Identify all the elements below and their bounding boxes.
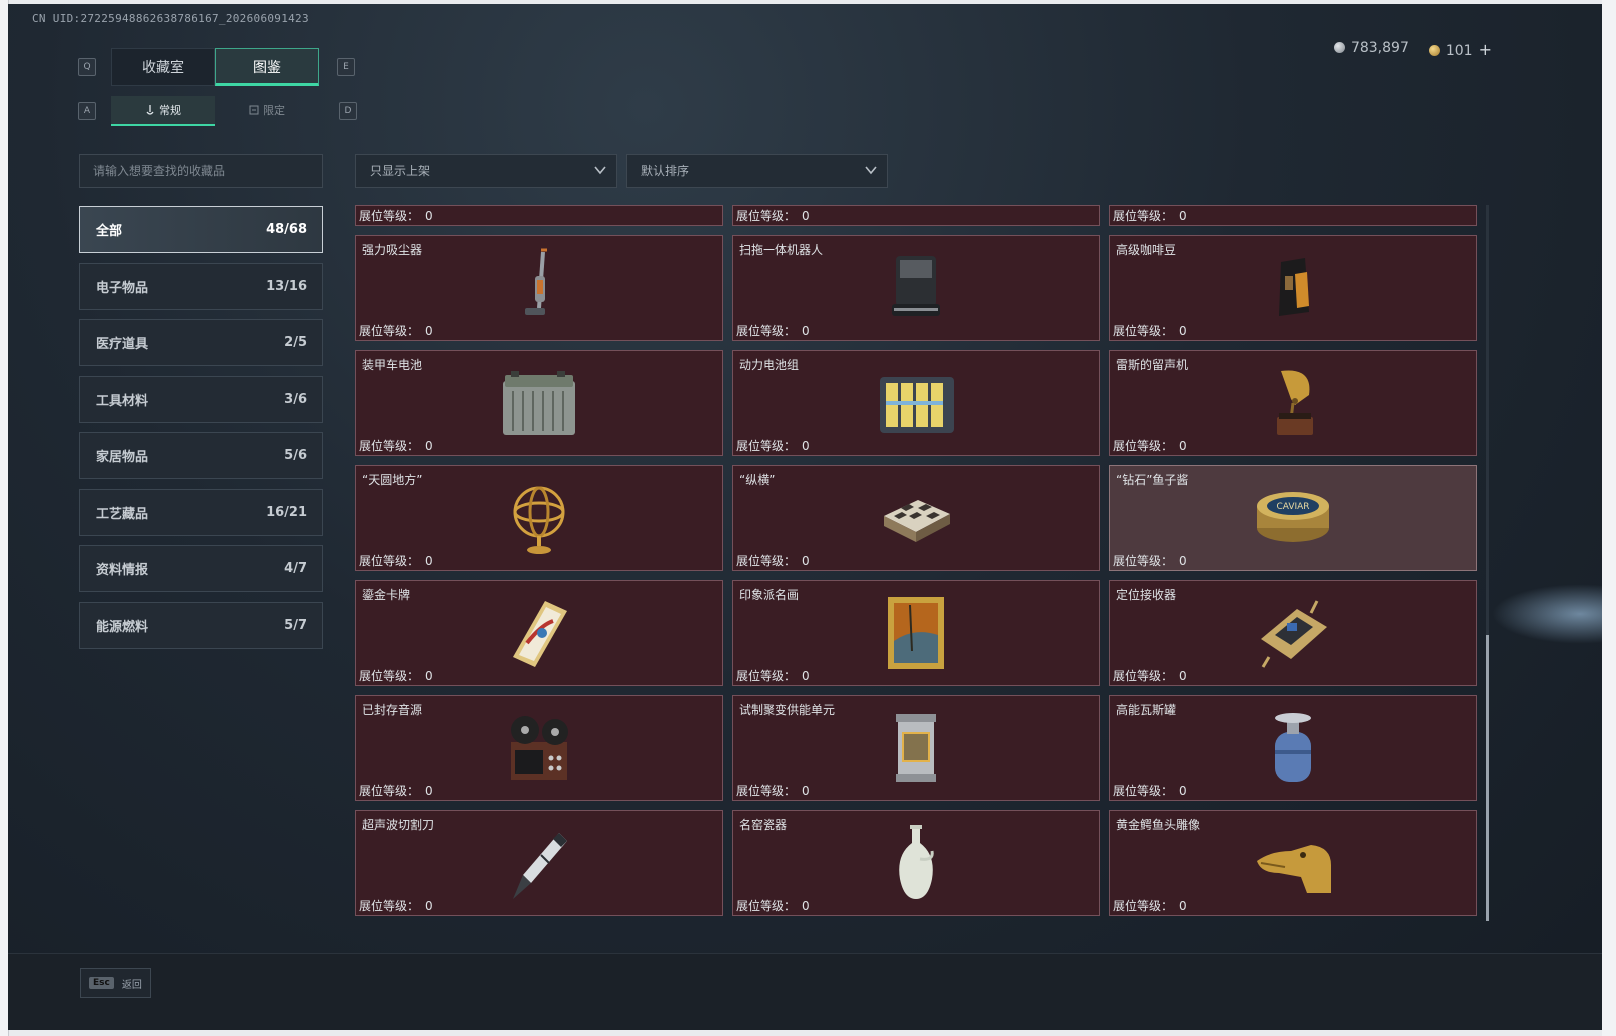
category-electronics[interactable]: 电子物品 13/16 (79, 262, 323, 310)
vacuum-icon (525, 248, 547, 315)
item-card[interactable]: 鎏金卡牌 展位等级： 0 (355, 580, 723, 686)
category-all[interactable]: 全部 48/68 (79, 206, 323, 253)
background-glare (1492, 584, 1602, 644)
tab-collection-room[interactable]: 收藏室 (111, 48, 215, 86)
reel-recorder-icon (511, 716, 568, 780)
item-card[interactable]: 装甲车电池 展位等级： 0 (355, 350, 723, 456)
battery-pack-icon (880, 377, 954, 433)
gramophone-icon (1277, 370, 1313, 435)
item-card[interactable]: 雷斯的留声机 展位等级： 0 (1109, 350, 1477, 456)
category-household[interactable]: 家居物品 5/6 (79, 432, 323, 479)
armillary-icon (513, 486, 565, 554)
silver-coin-icon (1333, 42, 1345, 53)
key-hint-e: E (337, 58, 355, 76)
item-card[interactable]: “天圆地方” 展位等级： 0 (355, 465, 723, 571)
footer-bar: Esc 返回 (8, 953, 1602, 1030)
category-crafts[interactable]: 工艺藏品 16/21 (79, 488, 323, 536)
limited-icon (249, 105, 259, 115)
regular-icon (146, 105, 154, 115)
back-button[interactable]: Esc 返回 (80, 968, 151, 998)
item-card[interactable]: 扫拖一体机器人 展位等级： 0 (732, 235, 1100, 341)
item-card[interactable]: 定位接收器 展位等级： 0 (1109, 580, 1477, 686)
category-list: 全部 48/68 电子物品 13/16 医疗道具 2/5 工具材料 3/6 家居物品 5/… (79, 206, 323, 658)
browser-right-edge (1602, 0, 1616, 1036)
item-card[interactable]: 高级咖啡豆 展位等级： 0 (1109, 235, 1477, 341)
subtab-regular[interactable]: 常规 (111, 96, 215, 126)
porcelain-vase-icon (899, 825, 934, 899)
collection-screen: CN UID:27225948862638786167_202606091423… (8, 4, 1602, 1030)
category-energy[interactable]: 能源燃料 5/7 (79, 601, 323, 649)
currency-bar: 783,897 101 + (1333, 40, 1492, 59)
search-input[interactable] (93, 155, 313, 187)
tab-codex[interactable]: 图鉴 (215, 48, 319, 86)
chevron-down-icon (594, 166, 606, 175)
caviar-label: CAVIAR (1276, 502, 1309, 512)
chevron-down-icon (865, 166, 877, 175)
subtab-limited[interactable]: 限定 (215, 96, 319, 126)
item-card-partial[interactable]: 展位等级： 0 (1109, 205, 1477, 226)
player-uid: CN UID:27225948862638786167_202606091423 (32, 12, 309, 25)
gold-coin-icon (1428, 45, 1440, 56)
silver-balance: 783,897 (1333, 40, 1409, 59)
item-card[interactable]: 强力吸尘器 展位等级： 0 (355, 235, 723, 341)
fusion-unit-icon (896, 714, 936, 782)
coffee-bag-icon (1279, 258, 1309, 316)
item-card[interactable]: 超声波切割刀 展位等级： 0 (355, 810, 723, 916)
gas-tank-icon (1275, 713, 1311, 782)
item-card-partial[interactable]: 展位等级： 0 (355, 205, 723, 226)
painting-icon (888, 597, 944, 669)
category-medical[interactable]: 医疗道具 2/5 (79, 319, 323, 366)
search-field[interactable] (79, 154, 323, 188)
battery-icon (503, 371, 575, 435)
item-card[interactable]: 高能瓦斯罐 展位等级： 0 (1109, 695, 1477, 801)
receiver-icon (1261, 600, 1327, 668)
item-card[interactable]: “钻石”鱼子酱 CAVIAR 展位等级： 0 (1109, 465, 1477, 571)
item-grid: 展位等级： 0 展位等级： 0 展位等级： 0 强力吸尘器 展位等级： 0 扫拖一体机器… (355, 205, 1488, 921)
item-card[interactable]: 名窑瓷器 展位等级： 0 (732, 810, 1100, 916)
category-intel[interactable]: 资料情报 4/7 (79, 545, 323, 592)
sort-dropdown[interactable]: 默认排序 (626, 154, 888, 188)
item-card[interactable]: 试制聚变供能单元 展位等级： 0 (732, 695, 1100, 801)
key-hint-q: Q (78, 58, 96, 76)
item-card[interactable]: 印象派名画 展位等级： 0 (732, 580, 1100, 686)
category-tools[interactable]: 工具材料 3/6 (79, 375, 323, 423)
item-card[interactable]: 黄金鳄鱼头雕像 展位等级： 0 (1109, 810, 1477, 916)
gold-balance[interactable]: 101 + (1428, 40, 1492, 59)
item-card-partial[interactable]: 展位等级： 0 (732, 205, 1100, 226)
robot-mop-icon (892, 256, 940, 316)
caviar-tin-icon: CAVIAR (1257, 492, 1329, 542)
item-card[interactable]: 动力电池组 展位等级： 0 (732, 350, 1100, 456)
item-card[interactable]: 已封存音源 展位等级： 0 (355, 695, 723, 801)
key-hint-a: A (78, 102, 96, 120)
chess-box-icon (884, 500, 950, 542)
scrollbar-thumb[interactable] (1486, 635, 1489, 921)
add-currency-button[interactable]: + (1479, 40, 1492, 59)
sub-tabs: 常规 限定 (111, 96, 319, 126)
gold-card-icon (513, 601, 567, 667)
esc-key-hint: Esc (89, 977, 114, 989)
main-tabs: 收藏室 图鉴 (111, 48, 319, 86)
grid-scrollbar[interactable] (1486, 205, 1489, 921)
shelf-filter-dropdown[interactable]: 只显示上架 (355, 154, 617, 188)
croc-head-icon (1257, 845, 1331, 893)
ultrasonic-knife-icon (513, 833, 567, 899)
key-hint-d: D (339, 102, 357, 120)
item-card[interactable]: “纵横” 展位等级： 0 (732, 465, 1100, 571)
